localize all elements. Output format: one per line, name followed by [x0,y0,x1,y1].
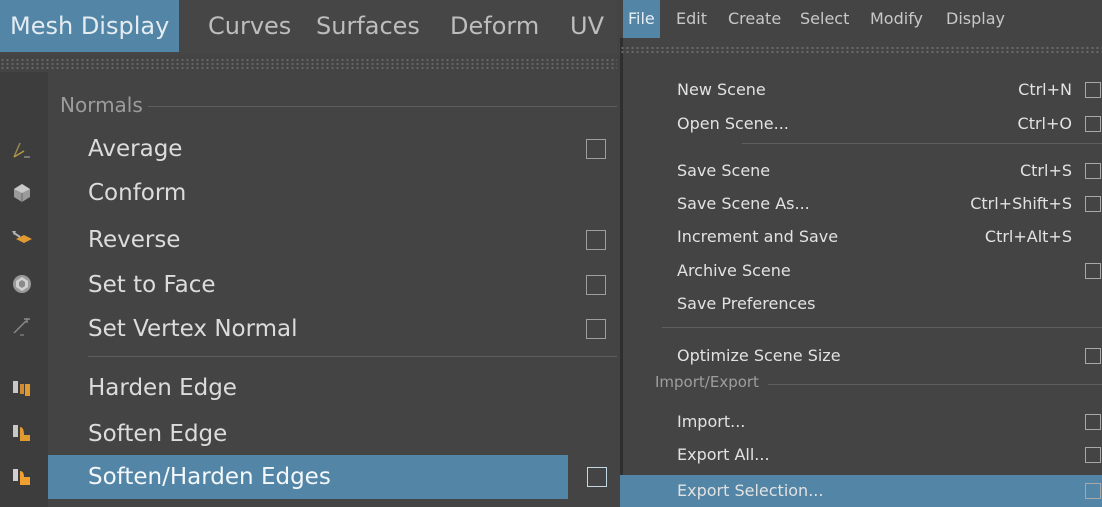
left-menubar: Mesh Display Curves Surfaces Deform UV [0,0,617,55]
menu-edit[interactable]: Edit [676,0,707,38]
menu-item-conform[interactable]: Conform [48,171,617,215]
menu-item-label: Archive Scene [677,261,791,280]
set-vertex-normal-icon [13,318,30,336]
menu-item-new-scene[interactable]: New Scene Ctrl+N [620,74,1102,106]
option-box[interactable] [1085,483,1101,499]
menu-curves[interactable]: Curves [208,0,291,52]
reverse-normals-icon [12,231,32,243]
menu-item-export-selection[interactable]: Export Selection... [620,475,1102,507]
menu-separator [88,356,617,357]
option-box[interactable] [1085,263,1101,279]
shortcut-label: Ctrl+Shift+S [970,194,1072,213]
menu-item-label: Open Scene... [677,114,789,133]
set-to-face-icon [13,275,31,293]
option-box[interactable] [1085,163,1101,179]
menu-item-import[interactable]: Import... [620,406,1102,438]
menu-item-optimize-scene-size[interactable]: Optimize Scene Size [620,340,1102,372]
tear-off-handle[interactable] [620,46,1102,54]
menu-item-set-vertex-normal[interactable]: Set Vertex Normal [48,307,617,351]
shortcut-label: Ctrl+O [1017,114,1072,133]
section-divider [148,106,617,107]
soften-harden-edges-icon [13,469,30,485]
option-box[interactable] [586,230,606,250]
menu-uv[interactable]: UV [570,0,604,52]
menu-item-label: Set Vertex Normal [88,316,298,342]
menu-item-harden-edge[interactable]: Harden Edge [48,366,617,410]
harden-edge-icon [13,381,30,396]
menu-item-label: Export Selection... [677,481,824,500]
option-box[interactable] [1085,447,1101,463]
option-box[interactable] [1085,82,1101,98]
menu-modify[interactable]: Modify [870,0,923,38]
menu-item-save-scene[interactable]: Save Scene Ctrl+S [620,155,1102,187]
option-box[interactable] [586,319,606,339]
mesh-display-menu-panel: Mesh Display Curves Surfaces Deform UV N… [0,0,617,507]
section-label-import-export: Import/Export [655,373,759,391]
menu-item-reverse[interactable]: Reverse [48,218,617,262]
file-menu-panel: File Edit Create Select Modify Display N… [620,0,1102,507]
shortcut-label: Ctrl+Alt+S [984,227,1072,246]
menu-deform[interactable]: Deform [450,0,539,52]
menu-item-set-to-face[interactable]: Set to Face [48,263,617,307]
menu-item-archive-scene[interactable]: Archive Scene [620,255,1102,287]
menu-item-label: Save Scene As... [677,194,810,213]
menu-item-label: Save Preferences [677,294,816,313]
menu-display[interactable]: Display [946,0,1005,38]
tear-off-handle[interactable] [0,58,617,70]
option-box[interactable] [587,467,607,487]
option-box[interactable] [1085,196,1101,212]
menu-item-label: Harden Edge [88,375,237,401]
menu-item-export-all[interactable]: Export All... [620,439,1102,471]
menu-file[interactable]: File [623,0,660,38]
menu-item-label: Soften Edge [88,421,228,447]
menu-item-label: Optimize Scene Size [677,346,841,365]
menu-item-label: Save Scene [677,161,771,180]
shortcut-label: Ctrl+N [1018,80,1072,99]
menu-item-label: Import... [677,412,746,431]
menu-item-label: Conform [88,180,187,206]
menu-item-label: Soften/Harden Edges [88,464,331,490]
menu-item-label: Average [88,136,183,162]
option-box[interactable] [586,275,606,295]
menu-item-increment-and-save[interactable]: Increment and Save Ctrl+Alt+S [620,221,1102,253]
soften-edge-icon [13,425,30,441]
section-label-normals: Normals [60,93,143,117]
menu-item-soften-harden-edges[interactable]: Soften/Harden Edges [48,455,617,499]
right-menubar: File Edit Create Select Modify Display [620,0,1102,38]
option-box[interactable] [1085,116,1101,132]
option-box[interactable] [1085,414,1101,430]
conform-normals-icon [14,184,30,202]
menu-item-label: Set to Face [88,272,216,298]
menu-surfaces[interactable]: Surfaces [316,0,420,52]
average-normals-icon [13,142,30,158]
menu-separator [662,327,1102,328]
menu-select[interactable]: Select [800,0,849,38]
shortcut-label: Ctrl+S [1019,161,1072,180]
menu-item-soften-edge[interactable]: Soften Edge [48,412,617,456]
menu-item-label: Export All... [677,445,770,464]
menu-item-label: Reverse [88,227,181,253]
menu-create[interactable]: Create [728,0,781,38]
option-box[interactable] [1085,348,1101,364]
menu-mesh-display[interactable]: Mesh Display [0,0,180,52]
menu-item-average[interactable]: Average [48,127,617,171]
menu-item-save-preferences[interactable]: Save Preferences [620,288,1102,320]
menu-item-label: New Scene [677,80,766,99]
option-box[interactable] [586,139,606,159]
menu-separator [742,143,1102,144]
menu-item-label: Increment and Save [677,227,839,246]
menu-item-open-scene[interactable]: Open Scene... Ctrl+O [620,108,1102,140]
section-divider [768,384,1102,385]
menu-item-save-scene-as[interactable]: Save Scene As... Ctrl+Shift+S [620,188,1102,220]
